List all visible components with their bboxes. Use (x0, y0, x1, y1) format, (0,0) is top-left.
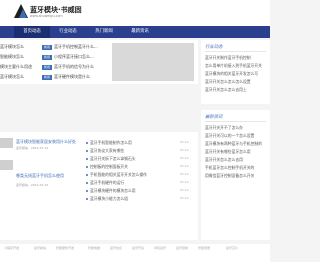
news-tag: 新闻 (42, 64, 52, 70)
bullet-icon (86, 150, 88, 152)
news-list-date: 07-12 (180, 180, 189, 184)
news-list-title: 蓝牙开关拆下怎么拿钢石头 (90, 156, 136, 161)
news-list-date: 07-12 (180, 156, 189, 160)
news-list-item[interactable]: 控制板的控制面板开关 (86, 164, 128, 170)
nav-item-latest[interactable]: 最新资讯 (122, 26, 158, 38)
sidebar-item[interactable]: 蓝牙开关怎么怎么怎么设置 (205, 79, 251, 85)
grid-right-label: 小程序蓝牙接口怎么... (54, 54, 94, 59)
news-list-title: 蓝牙手机智能制作怎么用 (90, 140, 132, 145)
footer-link[interactable]: 蓝牙开关 (132, 246, 144, 250)
feature-image[interactable] (112, 43, 194, 81)
sidebar-item[interactable]: 蓝牙开关怎么怎么去用 (205, 157, 243, 163)
article-thumbnail[interactable] (0, 138, 13, 148)
sidebar-item[interactable]: 用微信蓝牙控制设备怎么开关 (205, 173, 254, 179)
sidebar-item[interactable]: 手机蓝牙怎么控制手机开关的 (205, 165, 254, 171)
news-list-item[interactable]: 蓝牙模块小能力怎么组 (86, 196, 128, 202)
news-list-title: 蓝牙模块硬件的模块怎么用 (90, 188, 136, 193)
sidebar-latest: 最新资讯 蓝牙开关开不了怎么办 蓝牙开关可以的一个怎么设置 蓝牙模块有两种蓝牙与… (201, 110, 270, 240)
news-list-title: 蓝牙协议大家有哪些 (90, 148, 125, 153)
article-meta: 蓝牙模块 · 2021-07-12 (16, 183, 49, 187)
news-list-title: 手机智能的相关蓝牙开关怎么操作 (90, 172, 147, 177)
sidebar-item[interactable]: 蓝牙开关开不了怎么办 (205, 125, 243, 131)
footer-link[interactable]: 蓝牙协议 (110, 246, 122, 250)
nav-item-hot[interactable]: 热门新闻 (86, 26, 122, 38)
footer-link[interactable]: 智能电器 (88, 246, 100, 250)
site-url: www.shuweigu.com (30, 14, 63, 18)
footer-link[interactable]: 小程序开发 (4, 246, 19, 250)
news-list-item[interactable]: 手机智能的相关蓝牙开关怎么操作 (86, 172, 147, 178)
news-list-date: 07-12 (180, 172, 189, 176)
sidebar-item[interactable]: 蓝牙开关可以的一个怎么设置 (205, 133, 254, 139)
grid-left-item[interactable]: 模块主要什么用途 (0, 63, 40, 70)
main-nav: 首页动态 行业动态 热门新闻 最新资讯 (0, 26, 270, 38)
grid-left-item[interactable]: 蓝牙模块怎么 (0, 73, 40, 80)
news-list-title: 蓝牙模块小能力怎么组 (90, 196, 128, 201)
grid-left-item[interactable]: 蓝牙模块怎么 (0, 43, 40, 50)
news-tag: 新闻 (42, 44, 52, 50)
grid-right-item[interactable]: 新闻 蓝牙手机的信号为什么 (42, 63, 106, 70)
article-title[interactable]: 蓝牙模块智能家居安装用什么好处 (16, 139, 76, 145)
article-thumbnail[interactable] (0, 160, 13, 170)
article-title[interactable]: 哪类无线蓝牙手机怎么使用 (16, 173, 64, 179)
grid-right-label: 蓝牙硬件模块是什么 (54, 74, 90, 79)
footer-link[interactable]: 蓝牙模块 (34, 246, 46, 250)
bullet-icon (86, 182, 88, 184)
grid-right-item[interactable]: 新闻 蓝牙硬件模块是什么 (42, 73, 106, 80)
news-list-title: 蓝牙手机硬件的运行 (90, 180, 125, 185)
news-list-item[interactable]: 蓝牙手机硬件的运行 (86, 180, 124, 186)
nav-item-industry[interactable]: 行业动态 (50, 26, 86, 38)
news-list-date: 07-12 (180, 164, 189, 168)
news-list-date: 07-12 (180, 140, 189, 144)
news-list-date: 07-12 (180, 196, 189, 200)
news-list-item[interactable]: 蓝牙模块硬件的模块怎么用 (86, 188, 136, 194)
news-list-item[interactable]: 蓝牙协议大家有哪些 (86, 148, 124, 154)
article-meta: 蓝牙模块 · 2021-07-12 (16, 146, 49, 150)
sidebar-item[interactable]: 蓝牙模块的相关蓝牙开发怎么写 (205, 71, 258, 77)
news-list-date: 07-12 (180, 188, 189, 192)
bullet-icon (86, 142, 88, 144)
footer-link[interactable]: 智能家居 (198, 246, 210, 250)
news-tag: 新闻 (42, 74, 52, 80)
site-logo[interactable]: 蓝牙模块·书威固 www.shuweigu.com (14, 4, 84, 22)
news-list-title: 控制板的控制面板开关 (90, 164, 128, 169)
article-panel: 蓝牙模块智能家居安装用什么好处 蓝牙模块 · 2021-07-12 哪类无线蓝牙… (0, 132, 198, 240)
footer-links: 小程序开发 蓝牙模块 智能硬件开发 智能电器 蓝牙协议 蓝牙开关 手机蓝牙 蓝牙… (0, 244, 270, 262)
grid-right-item[interactable]: 新闻 蓝牙手机控制蓝牙什么... (42, 43, 106, 50)
bullet-icon (86, 158, 88, 160)
footer-link[interactable]: 蓝牙芯片 (226, 246, 238, 250)
bullet-icon (86, 190, 88, 192)
sidebar-industry: 行业动态 蓝牙开关制作蓝牙手机控制 怎么用单片机接入到手机蓝牙开关 蓝牙模块的相… (201, 40, 270, 104)
sidebar-item[interactable]: 蓝牙开关制作蓝牙手机控制 (205, 55, 251, 61)
site-header: 蓝牙模块·书威固 www.shuweigu.com (0, 0, 270, 26)
news-list-item[interactable]: 蓝牙开关拆下怎么拿钢石头 (86, 156, 136, 162)
divider (205, 51, 266, 52)
sidebar-item[interactable]: 蓝牙开关怎么怎么去用上 (205, 87, 247, 93)
grid-right-label: 蓝牙手机控制蓝牙什么... (54, 44, 98, 49)
sidebar-title: 最新资讯 (205, 115, 223, 120)
logo-mark-accent-icon (19, 9, 27, 18)
sidebar-item[interactable]: 蓝牙模块有两种蓝牙与手机控制的 (205, 141, 262, 147)
footer-link[interactable]: 智能硬件开发 (56, 246, 74, 250)
footer-link[interactable]: 手机蓝牙 (154, 246, 166, 250)
grid-right-item[interactable]: 新闻 小程序蓝牙接口怎么... (42, 53, 106, 60)
bullet-icon (86, 166, 88, 168)
news-list-item[interactable]: 蓝牙手机智能制作怎么用 (86, 140, 132, 146)
news-list-date: 07-12 (180, 148, 189, 152)
bullet-icon (86, 198, 88, 200)
grid-right-label: 蓝牙手机的信号为什么 (54, 64, 94, 69)
grid-left-item[interactable]: 智能模块怎么 (0, 53, 40, 60)
sidebar-item[interactable]: 蓝牙开关有哪些蓝牙怎么用 (205, 149, 251, 155)
news-grid-panel: 蓝牙模块怎么 智能模块怎么 模块主要什么用途 蓝牙模块怎么 新闻 蓝牙手机控制蓝牙… (0, 40, 198, 84)
divider (205, 121, 266, 122)
news-tag: 新闻 (42, 54, 52, 60)
sidebar-item[interactable]: 怎么用单片机接入到手机蓝牙开关 (205, 63, 262, 69)
footer-link[interactable]: 蓝牙控制 (176, 246, 188, 250)
bullet-icon (86, 174, 88, 176)
nav-item-home[interactable]: 首页动态 (14, 26, 50, 38)
sidebar-title: 行业动态 (205, 45, 223, 50)
